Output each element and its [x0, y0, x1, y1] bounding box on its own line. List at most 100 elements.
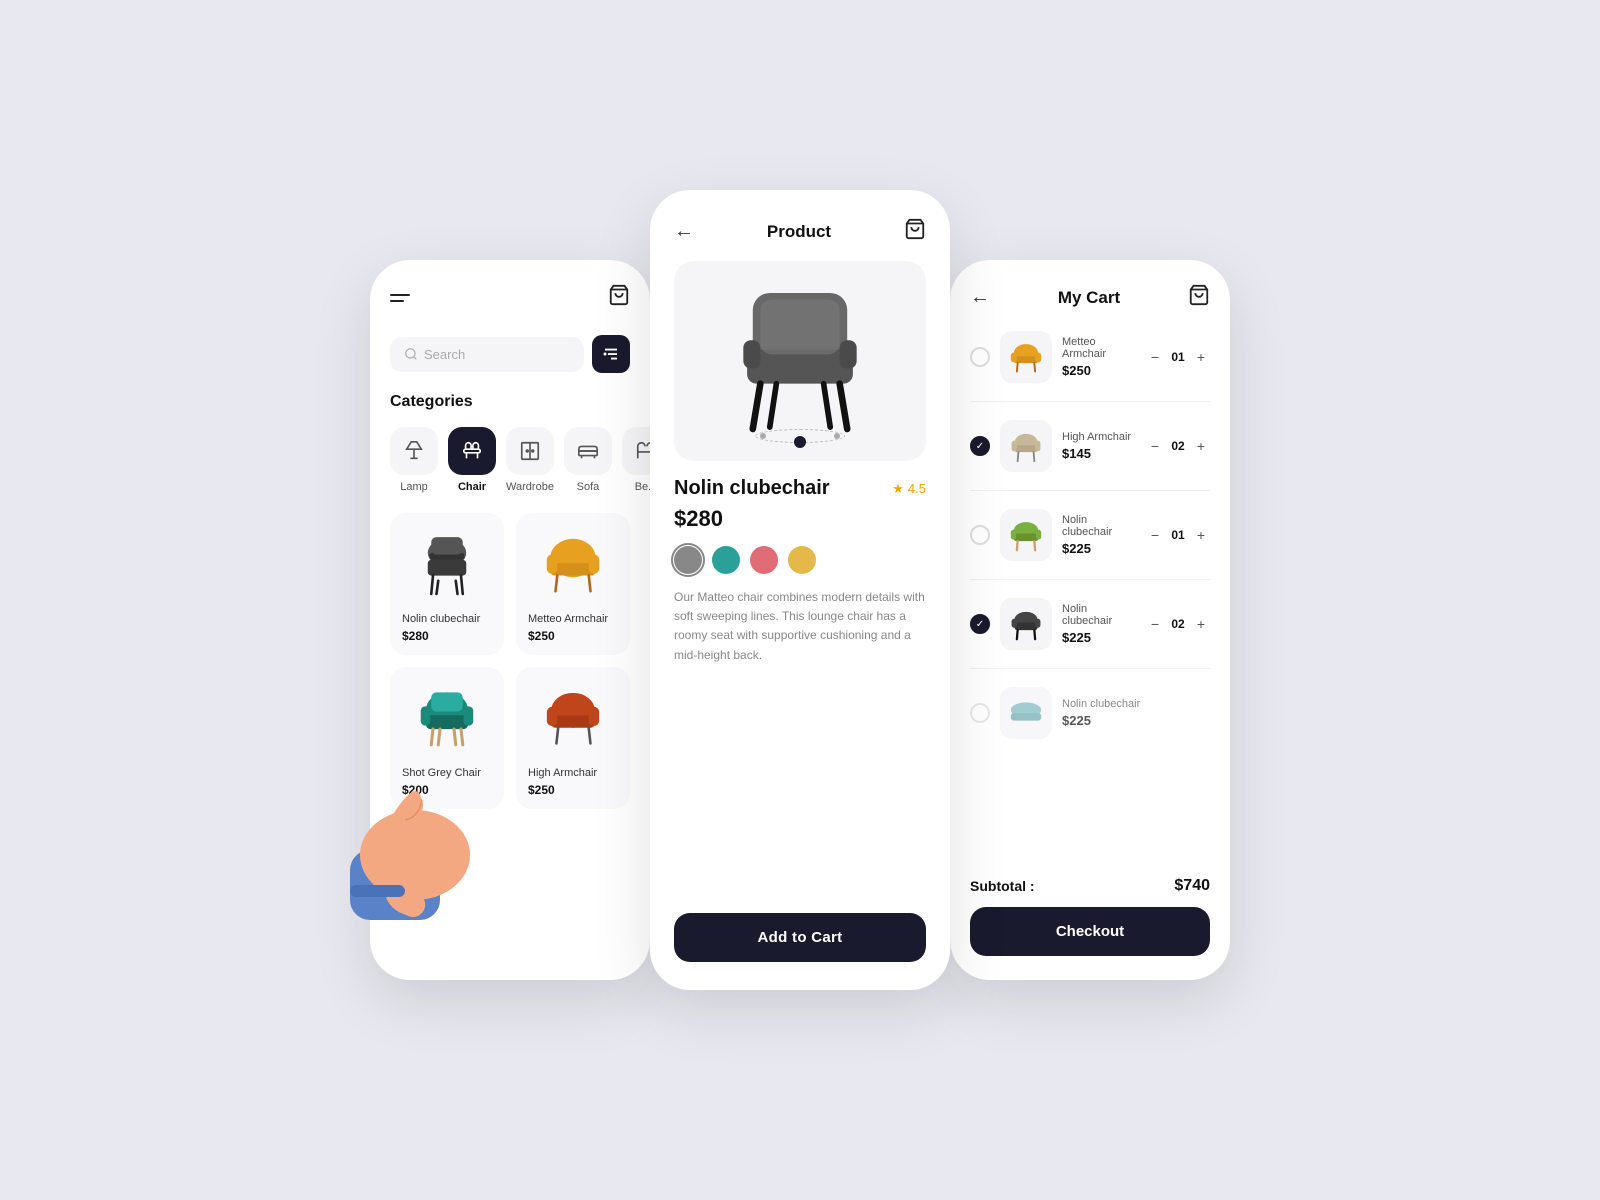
product-name: Nolin clubechair [674, 477, 830, 500]
cart-back-button[interactable]: ← [970, 286, 990, 309]
subtotal-value: $740 [1174, 877, 1210, 895]
product-name-metteo: Metteo Armchair [528, 613, 618, 625]
cart-item-nolin-green: Nolin clubechair $225 − 01 + [970, 509, 1210, 561]
cart-checkbox-nolin-dark[interactable] [970, 614, 990, 634]
qty-num-metteo: 01 [1170, 350, 1186, 364]
cart-info-nolin-dark: Nolin clubechair $225 [1062, 603, 1136, 645]
lamp-label: Lamp [400, 481, 428, 493]
product-price-nolin: $280 [402, 629, 492, 643]
cart-bag-icon[interactable] [1188, 284, 1210, 311]
color-teal[interactable] [712, 546, 740, 574]
phone-product: ← Product [650, 190, 950, 990]
qty-num-high: 02 [1170, 439, 1186, 453]
product-img-metteo [528, 525, 618, 605]
cat-item-chair[interactable]: Chair [448, 427, 496, 493]
product-page-title: Product [767, 222, 831, 242]
color-options [674, 546, 926, 574]
product-name-high-armchair: High Armchair [528, 767, 618, 779]
qty-minus-high[interactable]: − [1146, 437, 1164, 455]
cart-items-list: Metteo Armchair $250 − 01 + [970, 331, 1210, 865]
bed-label: Be... [635, 481, 650, 493]
cart-info-nolin-green: Nolin clubechair $225 [1062, 514, 1136, 556]
lamp-icon-wrap [390, 427, 438, 475]
bed-icon-wrap [622, 427, 650, 475]
thumbs-up-illustration [330, 750, 490, 930]
phone-cart: ← My Cart [950, 260, 1230, 980]
cart-checkbox-high[interactable] [970, 436, 990, 456]
wardrobe-label: Wardrobe [506, 481, 554, 493]
search-bar[interactable]: Search [390, 337, 584, 372]
back-button[interactable]: ← [674, 220, 694, 243]
cat-item-wardrobe[interactable]: Wardrobe [506, 427, 554, 493]
hamburger-icon[interactable] [390, 294, 410, 302]
add-to-cart-button[interactable]: Add to Cart [674, 913, 926, 962]
cart-checkbox-nolin-green[interactable] [970, 525, 990, 545]
product-img-high-armchair [528, 679, 618, 759]
product-card-metteo[interactable]: Metteo Armchair $250 [516, 513, 630, 655]
product-chair-image [720, 276, 880, 446]
qty-plus-metteo[interactable]: + [1192, 348, 1210, 366]
sofa-label: Sofa [577, 481, 600, 493]
cart-price-high: $145 [1062, 446, 1136, 461]
cart-checkbox-metteo[interactable] [970, 347, 990, 367]
qty-plus-nolin-green[interactable]: + [1192, 526, 1210, 544]
product-price-high-armchair: $250 [528, 783, 618, 797]
cart-info-high: High Armchair $145 [1062, 431, 1136, 461]
rating-value: 4.5 [908, 481, 926, 496]
product-card-high-armchair[interactable]: High Armchair $250 [516, 667, 630, 809]
subtotal-label: Subtotal : [970, 878, 1035, 894]
categories-title: Categories [390, 393, 630, 411]
cart-qty-high: − 02 + [1146, 437, 1210, 455]
qty-num-nolin-dark: 02 [1170, 617, 1186, 631]
product-price: $280 [674, 506, 926, 532]
cart-icon-product[interactable] [904, 218, 926, 245]
cart-img-nolin-dark [1000, 598, 1052, 650]
star-icon: ★ [892, 481, 904, 497]
cart-price-blue: $225 [1062, 713, 1210, 728]
cart-name-high: High Armchair [1062, 431, 1136, 443]
categories-list: Lamp Chair [390, 427, 630, 493]
bag-icon[interactable] [608, 284, 630, 311]
qty-minus-metteo[interactable]: − [1146, 348, 1164, 366]
cat-item-sofa[interactable]: Sofa [564, 427, 612, 493]
color-yellow[interactable] [788, 546, 816, 574]
cart-name-nolin-dark: Nolin clubechair [1062, 603, 1136, 627]
cat-item-bed[interactable]: Be... [622, 427, 650, 493]
checkout-button[interactable]: Checkout [970, 907, 1210, 956]
color-grey[interactable] [674, 546, 702, 574]
cart-price-metteo: $250 [1062, 363, 1136, 378]
cart-title: My Cart [1058, 288, 1120, 308]
product-description: Our Matteo chair combines modern details… [674, 588, 926, 897]
cart-qty-nolin-green: − 01 + [1146, 526, 1210, 544]
star-rating: ★ 4.5 [892, 481, 926, 497]
qty-plus-nolin-dark[interactable]: + [1192, 615, 1210, 633]
cart-price-nolin-green: $225 [1062, 541, 1136, 556]
cart-price-nolin-dark: $225 [1062, 630, 1136, 645]
cart-qty-metteo: − 01 + [1146, 348, 1210, 366]
filter-button[interactable] [592, 335, 630, 373]
cart-info-blue: Nolin clubechair $225 [1062, 698, 1210, 728]
cart-item-blue: Nolin clubechair $225 [970, 687, 1210, 739]
color-pink[interactable] [750, 546, 778, 574]
cart-name-blue: Nolin clubechair [1062, 698, 1210, 710]
cart-item-metteo: Metteo Armchair $250 − 01 + [970, 331, 1210, 383]
cart-item-high: High Armchair $145 − 02 + [970, 420, 1210, 472]
cart-name-nolin-green: Nolin clubechair [1062, 514, 1136, 538]
wardrobe-icon-wrap [506, 427, 554, 475]
qty-minus-nolin-green[interactable]: − [1146, 526, 1164, 544]
qty-plus-high[interactable]: + [1192, 437, 1210, 455]
sofa-icon-wrap [564, 427, 612, 475]
cart-item-nolin-dark: Nolin clubechair $225 − 02 + [970, 598, 1210, 650]
chair-label: Chair [458, 481, 486, 493]
qty-minus-nolin-dark[interactable]: − [1146, 615, 1164, 633]
product-name-nolin: Nolin clubechair [402, 613, 492, 625]
product-image-area [674, 261, 926, 461]
cart-info-metteo: Metteo Armchair $250 [1062, 336, 1136, 378]
cart-img-metteo [1000, 331, 1052, 383]
product-img-nolin-dark [402, 525, 492, 605]
product-price-metteo: $250 [528, 629, 618, 643]
cat-item-lamp[interactable]: Lamp [390, 427, 438, 493]
cart-img-blue [1000, 687, 1052, 739]
cart-checkbox-blue[interactable] [970, 703, 990, 723]
product-card-nolin-dark[interactable]: Nolin clubechair $280 [390, 513, 504, 655]
